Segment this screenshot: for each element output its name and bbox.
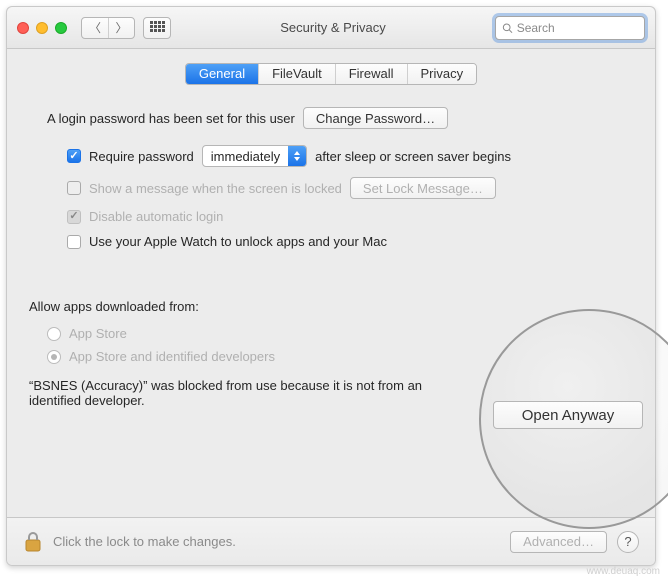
tab-privacy[interactable]: Privacy [407,64,477,84]
show-message-row: Show a message when the screen is locked… [67,177,633,199]
nav-back-forward: 〈 〉 [81,17,135,39]
close-window-button[interactable] [17,22,29,34]
search-field[interactable] [495,16,645,40]
advanced-button[interactable]: Advanced… [510,531,607,553]
change-password-button[interactable]: Change Password… [303,107,448,129]
titlebar: 〈 〉 Security & Privacy [7,7,655,49]
login-password-row: A login password has been set for this u… [47,107,633,129]
radio-identified-label: App Store and identified developers [69,349,275,364]
require-password-checkbox[interactable] [67,149,81,163]
apple-watch-row: Use your Apple Watch to unlock apps and … [67,234,633,249]
require-password-label: Require password [89,149,194,164]
select-value: immediately [203,149,288,164]
tab-general[interactable]: General [186,64,258,84]
disable-auto-login-label: Disable automatic login [89,209,223,224]
set-lock-message-button: Set Lock Message… [350,177,496,199]
radio-appstore [47,327,61,341]
login-password-text: A login password has been set for this u… [47,111,295,126]
lock-icon[interactable] [23,530,43,554]
radio-appstore-label: App Store [69,326,127,341]
window-title: Security & Privacy [179,20,487,35]
tab-filevault[interactable]: FileVault [258,64,335,84]
minimize-window-button[interactable] [36,22,48,34]
allow-apps-radiogroup: App Store App Store and identified devel… [47,326,633,364]
watermark: www.deuaq.com [587,566,660,577]
lock-text: Click the lock to make changes. [53,534,500,549]
footer: Click the lock to make changes. Advanced… [7,517,655,565]
preferences-window: 〈 〉 Security & Privacy General FileVault… [6,6,656,566]
show-all-button[interactable] [143,17,171,39]
disable-auto-login-row: Disable automatic login [67,209,633,224]
apple-watch-label: Use your Apple Watch to unlock apps and … [89,234,387,249]
open-anyway-button[interactable]: Open Anyway [493,401,643,429]
grid-icon [150,21,164,35]
require-password-delay-select[interactable]: immediately [202,145,307,167]
tab-firewall[interactable]: Firewall [335,64,407,84]
window-controls [17,22,67,34]
zoom-window-button[interactable] [55,22,67,34]
apple-watch-checkbox[interactable] [67,235,81,249]
require-password-row: Require password immediately after sleep… [67,145,633,167]
help-button[interactable]: ? [617,531,639,553]
show-message-label: Show a message when the screen is locked [89,181,342,196]
content-area: General FileVault Firewall Privacy A log… [7,49,655,517]
radio-identified [47,350,61,364]
disable-auto-login-checkbox [67,210,81,224]
forward-button[interactable]: 〉 [108,18,134,38]
back-button[interactable]: 〈 [82,18,108,38]
blocked-app-message: “BSNES (Accuracy)” was blocked from use … [29,378,459,408]
chevron-up-down-icon [288,146,306,166]
radio-row-appstore: App Store [47,326,633,341]
radio-row-identified: App Store and identified developers [47,349,633,364]
show-message-checkbox [67,181,81,195]
tab-bar: General FileVault Firewall Privacy [29,63,633,85]
search-input[interactable] [517,21,638,35]
search-icon [502,22,513,34]
allow-apps-label: Allow apps downloaded from: [29,299,633,314]
require-password-tail: after sleep or screen saver begins [315,149,511,164]
